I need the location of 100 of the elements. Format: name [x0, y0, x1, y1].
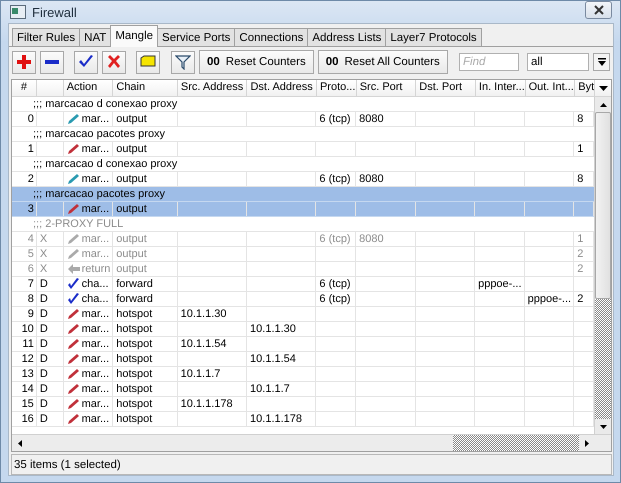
table-cell: X — [40, 263, 48, 275]
table-row[interactable]: 0 mar... output 6 (tcp) 8080 8 — [12, 112, 594, 127]
table-cell: cha... — [66, 292, 109, 306]
table-row[interactable]: 12 D mar... hotspot 10.1.1.54 — [12, 352, 594, 367]
table-cell: 6 (tcp) — [319, 173, 351, 185]
table-cell: hotspot — [116, 353, 152, 365]
table-cell: D — [40, 323, 48, 335]
column-header[interactable]: Proto... — [316, 80, 357, 96]
table-cell: mar... — [66, 172, 110, 186]
table-cell: mar... — [66, 247, 110, 261]
table-cell: output — [116, 173, 147, 185]
column-header[interactable]: Action — [64, 80, 114, 96]
column-header[interactable]: Chain — [113, 80, 178, 96]
table-cell: return — [66, 262, 110, 276]
comment-text: ;;; marcacao pacotes proxy — [33, 188, 166, 200]
table-cell: 5 — [28, 248, 34, 260]
table-cell: cha... — [66, 277, 109, 291]
table-cell: mar... — [66, 142, 110, 156]
horizontal-scrollbar[interactable] — [12, 434, 611, 451]
table-cell: forward — [116, 293, 153, 305]
column-header[interactable]: Src. Address — [178, 80, 248, 96]
table-cell: D — [40, 383, 48, 395]
column-header[interactable]: Dst. Address — [247, 80, 317, 96]
table-row[interactable]: 13 D mar... hotspot 10.1.1.7 — [12, 367, 594, 382]
table-row[interactable]: 11 D mar... hotspot 10.1.1.54 — [12, 337, 594, 352]
table-cell: mar... — [66, 112, 110, 126]
tab[interactable]: Layer7 Protocols — [385, 28, 482, 46]
tab[interactable]: NAT — [79, 28, 112, 46]
table-cell: mar... — [66, 322, 110, 336]
table-cell: hotspot — [116, 413, 152, 425]
table-cell: 1 — [577, 233, 584, 245]
toolbar-button[interactable] — [74, 50, 98, 74]
table-row[interactable]: ;;; marcacao d conexao proxy — [12, 97, 594, 112]
table-row[interactable]: 9 D mar... hotspot 10.1.1.30 — [12, 307, 594, 322]
table-cell: 1 — [28, 143, 34, 155]
table-cell: 10.1.1.30 — [250, 323, 296, 335]
table-cell: 8080 — [359, 233, 384, 245]
tab[interactable]: Connections — [234, 28, 308, 46]
table-row[interactable]: 15 D mar... hotspot 10.1.1.178 — [12, 397, 594, 412]
table-cell: 8 — [577, 173, 584, 185]
table-cell: output — [116, 203, 147, 215]
tab[interactable]: Mangle — [110, 25, 158, 47]
toolbar-button[interactable]: 00 Reset Counters — [199, 50, 314, 74]
comment-text: ;;; marcacao d conexao proxy — [33, 98, 178, 110]
table-cell: 6 — [28, 263, 34, 275]
column-header[interactable]: Out. Int... — [526, 80, 576, 96]
vertical-scrollbar[interactable] — [594, 97, 611, 434]
table-cell: D — [40, 398, 48, 410]
table-row[interactable]: ;;; marcacao pacotes proxy — [12, 187, 594, 202]
tab[interactable]: Service Ports — [157, 28, 236, 46]
table-cell: 11 — [22, 338, 34, 350]
table-cell: 12 — [22, 353, 34, 365]
table-cell: 2 — [577, 293, 584, 305]
toolbar-button[interactable]: 00 Reset All Counters — [318, 50, 448, 74]
column-header[interactable]: # — [12, 80, 37, 96]
close-button[interactable] — [585, 1, 612, 19]
tab[interactable]: Address Lists — [307, 28, 386, 46]
table-cell: 10.1.1.7 — [250, 383, 290, 395]
close-icon — [592, 5, 604, 15]
comment-text: ;;; marcacao pacotes proxy — [33, 128, 166, 140]
scope-field[interactable]: all — [527, 53, 589, 71]
table-row[interactable]: 7 D cha... forward 6 (tcp) pppoe-... — [12, 277, 594, 292]
table-cell: D — [40, 338, 48, 350]
table-cell: output — [116, 143, 147, 155]
table-cell: hotspot — [116, 308, 152, 320]
table-cell: mar... — [66, 337, 110, 351]
dropdown-button[interactable] — [593, 53, 610, 71]
toolbar-button[interactable] — [171, 50, 195, 74]
column-header[interactable]: Src. Port — [356, 80, 416, 96]
tab[interactable]: Filter Rules — [12, 28, 80, 46]
toolbar-button[interactable] — [40, 50, 64, 74]
table-row[interactable]: 8 D cha... forward 6 (tcp) pppoe-... 2 — [12, 292, 594, 307]
table-row[interactable]: 3 mar... output — [12, 202, 594, 217]
table-cell: mar... — [66, 352, 110, 366]
column-header[interactable]: Byt — [575, 80, 596, 96]
filter-icon — [175, 54, 191, 70]
toolbar-button[interactable] — [136, 50, 160, 74]
arrow-right-icon[interactable] — [585, 440, 590, 446]
table-cell: D — [40, 353, 48, 365]
table-cell: hotspot — [116, 368, 152, 380]
table-row[interactable]: ;;; marcacao d conexao proxy — [12, 157, 594, 172]
table-row[interactable]: 16 D mar... hotspot 10.1.1.178 — [12, 412, 594, 427]
table-row[interactable]: 10 D mar... hotspot 10.1.1.30 — [12, 322, 594, 337]
arrow-down-icon[interactable] — [600, 424, 607, 428]
arrow-down-icon — [598, 58, 606, 66]
column-header[interactable]: In. Inter... — [476, 80, 526, 96]
table-cell: 16 — [22, 413, 34, 425]
arrow-down-icon — [598, 86, 608, 90]
table-cell: 2 — [577, 248, 584, 260]
column-header[interactable]: Dst. Port — [416, 80, 476, 96]
arrow-left-icon[interactable] — [18, 440, 22, 446]
table-cell: 0 — [28, 113, 34, 125]
table-cell: mar... — [66, 232, 110, 246]
table-row[interactable]: 14 D mar... hotspot 10.1.1.7 — [12, 382, 594, 397]
table-row[interactable]: 1 mar... output 1 — [12, 142, 594, 157]
table-cell: hotspot — [116, 323, 152, 335]
table-row[interactable]: ;;; marcacao pacotes proxy — [12, 127, 594, 142]
window-app-icon — [10, 5, 26, 19]
find-field[interactable]: Find — [459, 53, 519, 71]
arrow-up-icon[interactable] — [600, 102, 607, 106]
